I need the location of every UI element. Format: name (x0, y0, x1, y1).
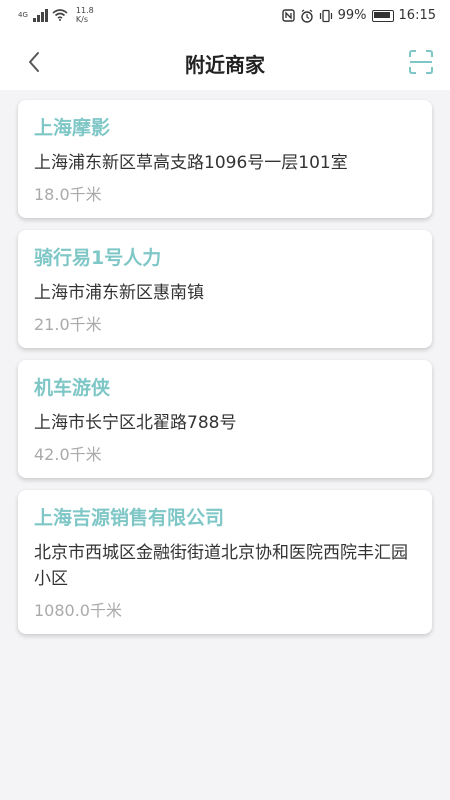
merchant-card[interactable]: 上海摩影 上海浦东新区草高支路1096号一层101室 18.0千米 (18, 100, 432, 218)
merchant-name: 上海吉源销售有限公司 (34, 507, 225, 529)
merchant-distance: 1080.0千米 (34, 601, 122, 620)
nav-bar: 附近商家 (0, 34, 450, 90)
network-speed: 11.8 K/s (76, 6, 94, 24)
alarm-icon (300, 9, 313, 23)
merchant-distance: 18.0千米 (34, 185, 102, 204)
nfc-icon (281, 9, 295, 22)
merchant-address: 上海市浦东新区惠南镇 (34, 283, 204, 303)
merchant-card[interactable]: 机车游侠 上海市长宁区北翟路788号 42.0千米 (18, 360, 432, 478)
merchant-address: 上海市长宁区北翟路788号 (34, 413, 237, 433)
merchant-list: 上海摩影 上海浦东新区草高支路1096号一层101室 18.0千米 骑行易1号人… (18, 100, 432, 646)
merchant-card[interactable]: 上海吉源销售有限公司 北京市西城区金融街街道北京协和医院西院丰汇园小区 1080… (18, 490, 432, 634)
clock-time: 16:15 (398, 8, 436, 23)
merchant-address: 上海浦东新区草高支路1096号一层101室 (34, 153, 348, 173)
merchant-card[interactable]: 骑行易1号人力 上海市浦东新区惠南镇 21.0千米 (18, 230, 432, 348)
merchant-address: 北京市西城区金融街街道北京协和医院西院丰汇园小区 (34, 543, 408, 589)
network-speed-value: 11.8 (75, 6, 94, 15)
wifi-icon (52, 9, 68, 21)
merchant-name: 上海摩影 (34, 117, 111, 139)
merchant-distance: 21.0千米 (34, 315, 102, 334)
status-bar: 4G 11.8 K/s 99% 16:15 (0, 0, 450, 34)
merchant-name: 骑行易1号人力 (34, 247, 162, 269)
vibrate-icon (319, 9, 332, 22)
merchant-distance: 42.0千米 (34, 445, 102, 464)
battery-percent: 99% (337, 8, 367, 23)
battery-icon (371, 9, 394, 22)
page-title: 附近商家 (185, 53, 265, 77)
status-right: 99% 16:15 (281, 8, 436, 23)
network-type-label: 4G (18, 11, 28, 19)
merchant-name: 机车游侠 (34, 377, 111, 399)
status-left: 4G 11.8 K/s (18, 6, 94, 24)
scan-icon (409, 50, 433, 74)
scan-button[interactable] (406, 47, 436, 77)
network-speed-unit: K/s (75, 15, 88, 24)
signal-icon (32, 8, 48, 22)
